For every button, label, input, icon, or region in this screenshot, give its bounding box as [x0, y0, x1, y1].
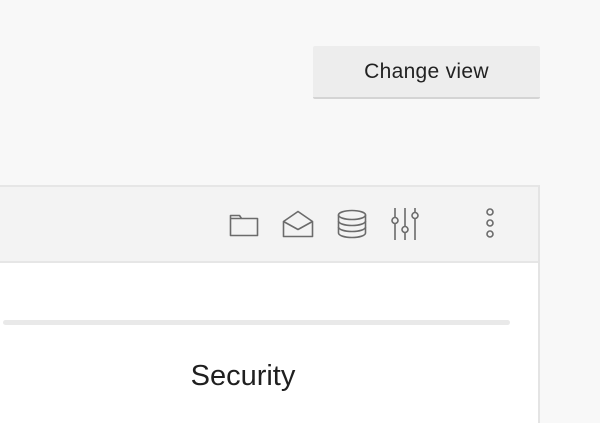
content-panel: Security: [0, 185, 540, 423]
section-title: Security: [190, 360, 296, 392]
sliders-icon[interactable]: [387, 206, 423, 242]
folder-icon[interactable]: [226, 206, 262, 242]
mail-open-icon[interactable]: [280, 206, 316, 242]
change-view-button[interactable]: Change view: [313, 46, 540, 99]
panel-content: Security: [0, 263, 538, 423]
progress-bar: [3, 320, 510, 325]
panel-toolbar: [0, 187, 538, 263]
more-vertical-icon[interactable]: [472, 206, 508, 242]
database-icon[interactable]: [334, 206, 370, 242]
